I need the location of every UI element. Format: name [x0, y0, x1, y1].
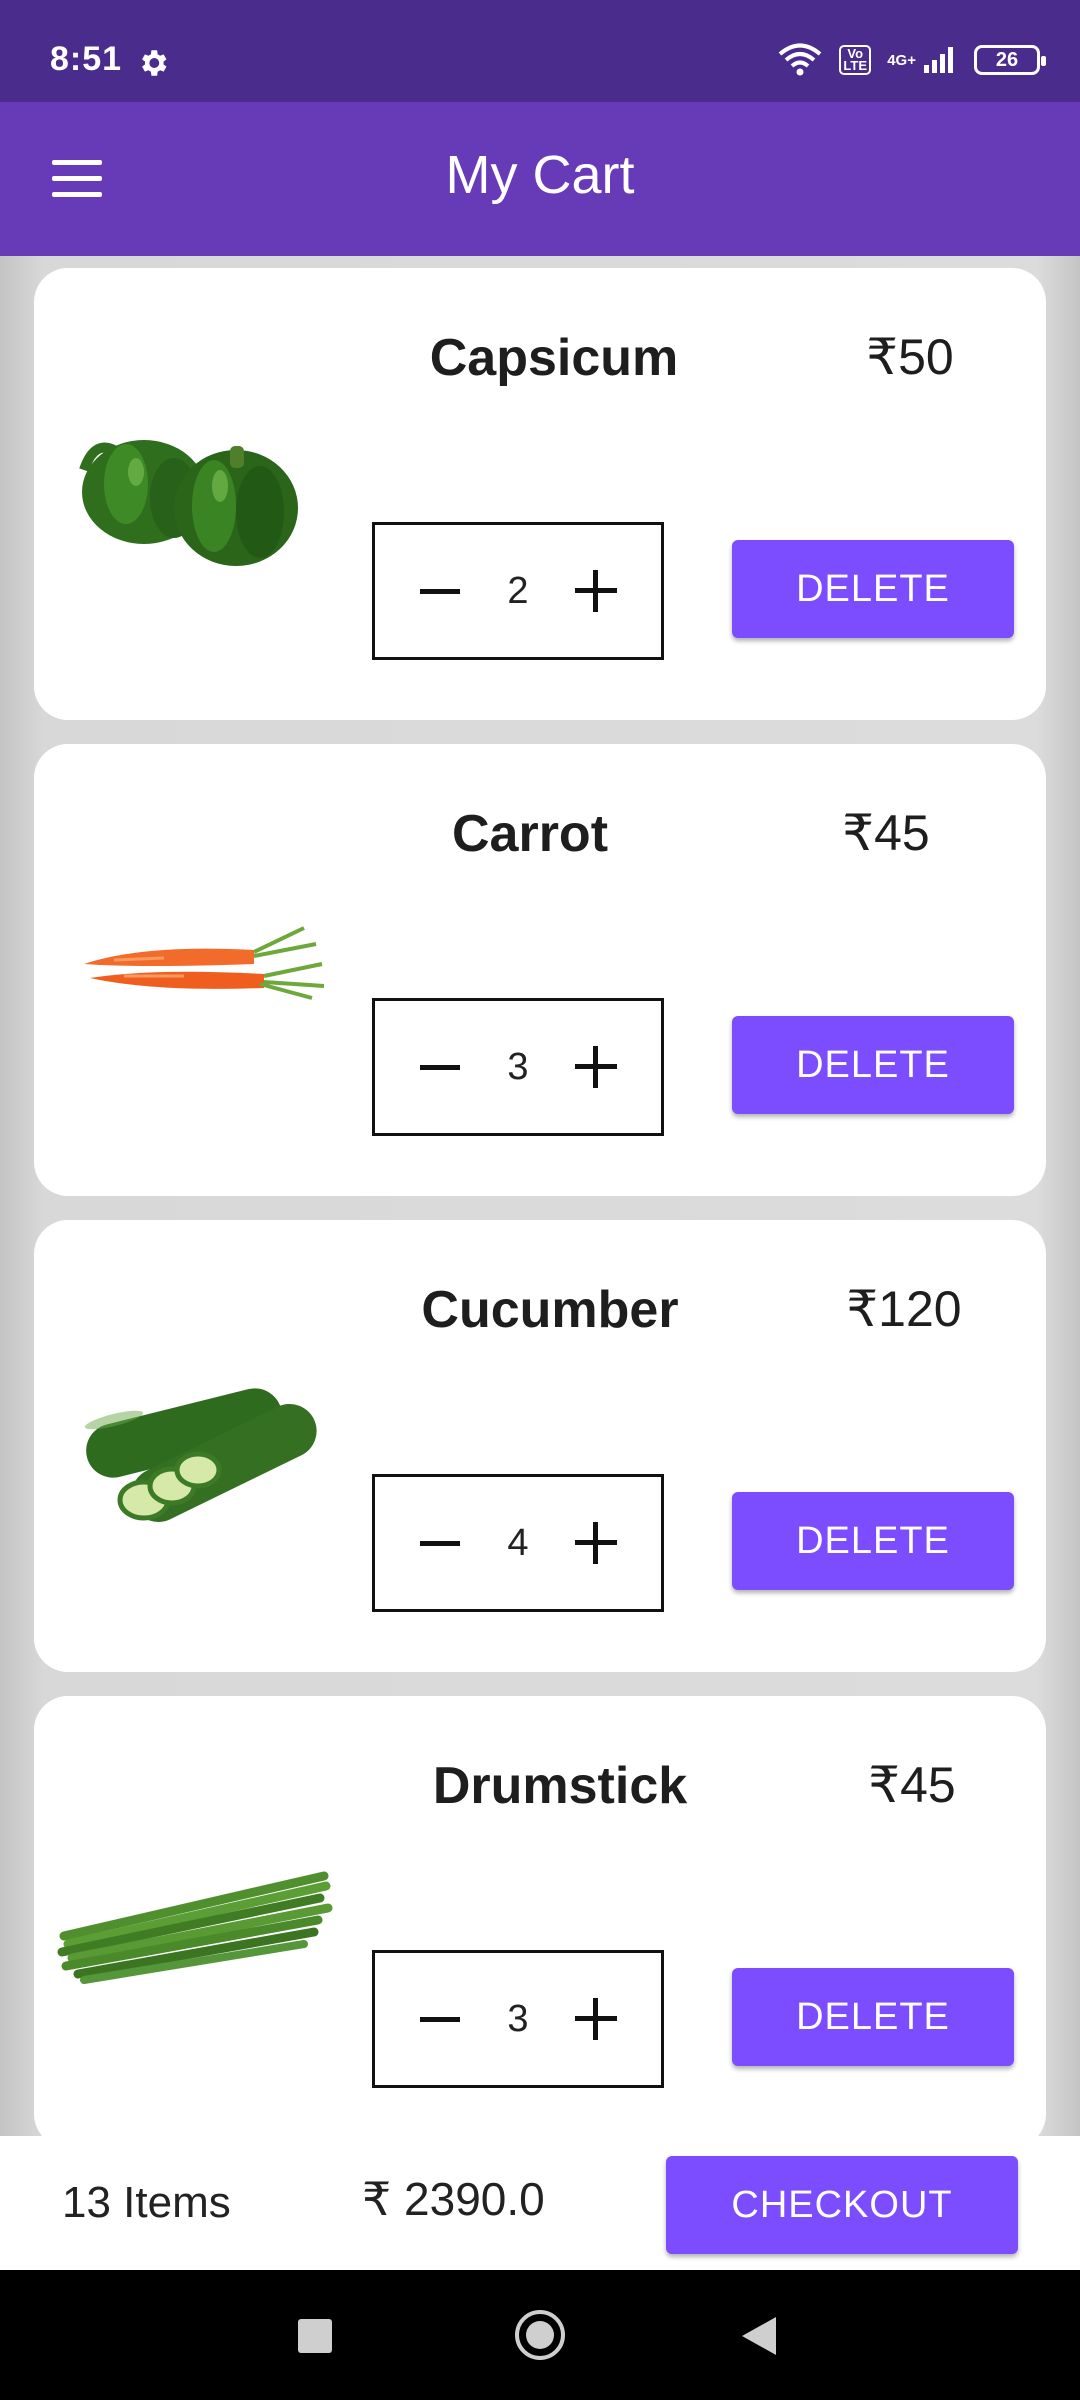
cart-item-card: Capsicum ₹50 2 DELETE	[34, 268, 1046, 720]
delete-button[interactable]: DELETE	[732, 540, 1014, 638]
cart-item-card: Cucumber ₹120 4 DELETE	[34, 1220, 1046, 1672]
minus-icon	[420, 588, 460, 594]
increase-button[interactable]	[551, 525, 641, 657]
home-icon[interactable]	[515, 2310, 565, 2360]
app-bar: My Cart	[0, 102, 1080, 256]
increase-button[interactable]	[551, 1001, 641, 1133]
network-label: 4G+	[887, 51, 916, 69]
plus-icon	[575, 1998, 617, 2040]
cart-list[interactable]: Capsicum ₹50 2 DELETE Carrot ₹45 3 DELET…	[0, 256, 1080, 2136]
item-price: ₹45	[868, 1757, 956, 1813]
cucumber-image	[84, 1388, 317, 1523]
item-name: Carrot	[451, 805, 609, 863]
carrot-image	[84, 926, 325, 1000]
minus-icon	[420, 2016, 460, 2022]
item-name: Cucumber	[421, 1281, 679, 1339]
gear-icon	[142, 50, 167, 76]
checkout-button[interactable]: CHECKOUT	[666, 2156, 1018, 2254]
wifi-icon	[778, 43, 822, 76]
increase-button[interactable]	[551, 1477, 641, 1609]
quantity-stepper: 4	[372, 1474, 664, 1612]
minus-icon	[420, 1064, 460, 1070]
drumstick-image	[57, 1871, 333, 1984]
minus-icon	[420, 1540, 460, 1546]
battery-icon: 26	[974, 45, 1046, 75]
battery-level: 26	[995, 48, 1019, 71]
item-name: Drumstick	[432, 1757, 688, 1815]
signal-icon	[924, 47, 953, 73]
delete-button[interactable]: DELETE	[732, 1016, 1014, 1114]
item-price: ₹120	[846, 1281, 962, 1337]
status-bar: 8:51 Vo LTE 4G+ 26	[0, 0, 1080, 102]
item-name: Capsicum	[429, 329, 679, 387]
plus-icon	[575, 1046, 617, 1088]
plus-icon	[575, 570, 617, 612]
cart-item-card: Drumstick ₹45 3 DELETE	[34, 1696, 1046, 2136]
item-price: ₹50	[866, 329, 954, 385]
quantity-stepper: 2	[372, 522, 664, 660]
quantity-stepper: 3	[372, 998, 664, 1136]
status-icons: Vo LTE 4G+ 26	[777, 40, 1046, 80]
plus-icon	[575, 1522, 617, 1564]
back-icon[interactable]	[742, 2317, 776, 2355]
volte-icon: Vo LTE	[839, 45, 872, 75]
cart-item-card: Carrot ₹45 3 DELETE	[34, 744, 1046, 1196]
total-amount: ₹ 2390.0	[362, 2173, 545, 2225]
system-navigation-bar	[0, 2270, 1080, 2400]
item-price: ₹45	[842, 805, 930, 861]
quantity-stepper: 3	[372, 1950, 664, 2088]
cart-summary-bar: 13 Items ₹ 2390.0 CHECKOUT	[0, 2136, 1080, 2270]
recents-icon[interactable]	[298, 2319, 332, 2353]
increase-button[interactable]	[551, 1953, 641, 2085]
capsicum-image	[79, 440, 298, 566]
delete-button[interactable]: DELETE	[732, 1968, 1014, 2066]
status-time: 8:51	[50, 40, 123, 78]
delete-button[interactable]: DELETE	[732, 1492, 1014, 1590]
page-title: My Cart	[445, 145, 635, 205]
items-count: 13 Items	[62, 2178, 231, 2227]
